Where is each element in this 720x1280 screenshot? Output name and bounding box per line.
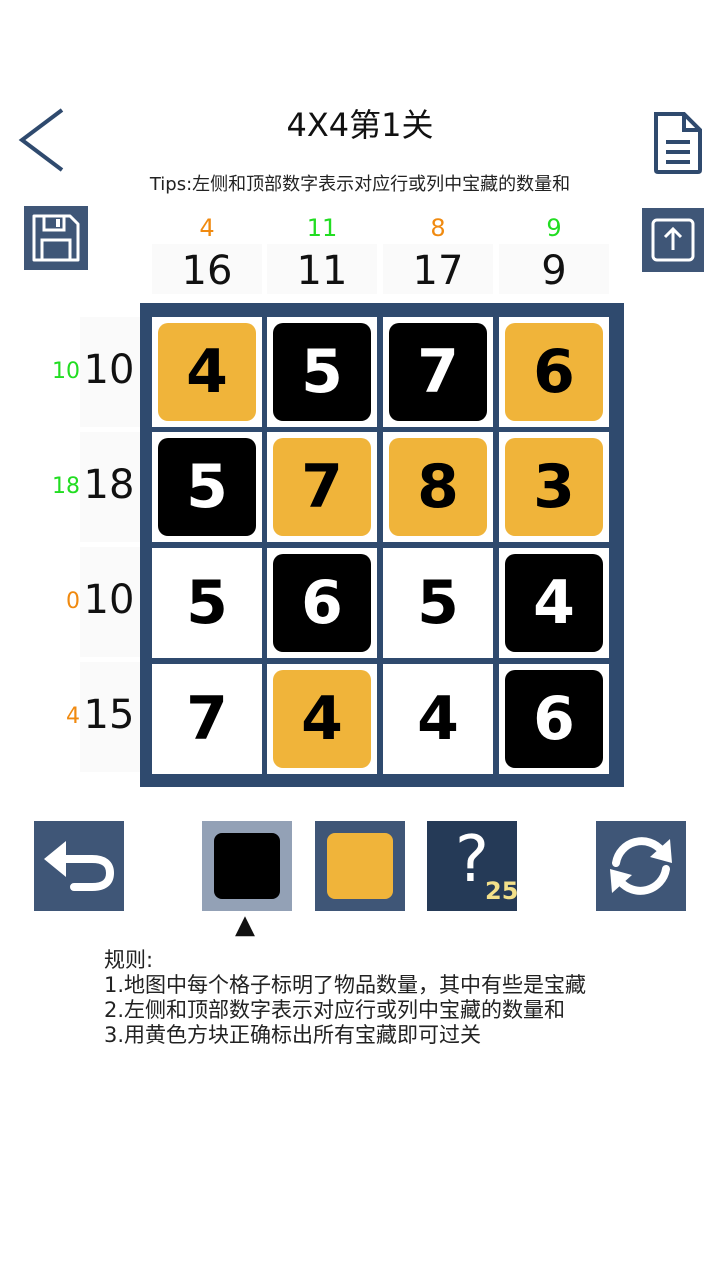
- black-swatch: [214, 833, 280, 899]
- cell-number: 8: [417, 452, 459, 522]
- grid-cell[interactable]: 5: [152, 548, 262, 658]
- grid-cell[interactable]: 4: [383, 664, 493, 774]
- save-icon: [32, 214, 80, 262]
- grid-cell[interactable]: 7: [383, 317, 493, 427]
- row-target-sum: 10: [83, 347, 135, 393]
- grid-cell[interactable]: 7: [267, 432, 377, 542]
- cell-number: 3: [533, 452, 575, 522]
- undo-button[interactable]: [34, 821, 124, 911]
- share-button[interactable]: [642, 208, 704, 272]
- rules-section: 规则: 1.地图中每个格子标明了物品数量，其中有些是宝藏 2.左侧和顶部数字表示…: [104, 948, 704, 1048]
- rules-heading: 规则:: [104, 948, 154, 972]
- rule-line: 2.左侧和顶部数字表示对应行或列中宝藏的数量和: [104, 998, 566, 1022]
- column-current-sum: 11: [306, 214, 338, 242]
- cell-number: 4: [417, 684, 459, 754]
- grid-cell[interactable]: 7: [152, 664, 262, 774]
- grid-cell[interactable]: 6: [267, 548, 377, 658]
- column-current-sum: 8: [430, 214, 446, 242]
- hint-count: 25: [485, 877, 519, 905]
- cell-number: 5: [417, 568, 459, 638]
- column-current-sum: 9: [546, 214, 562, 242]
- hint-button[interactable]: ? 25: [427, 821, 519, 911]
- cell-number: 4: [186, 337, 228, 407]
- grid-cell[interactable]: 6: [499, 664, 609, 774]
- undo-icon: [44, 841, 115, 891]
- cell-number: 4: [301, 684, 343, 754]
- cell-number: 5: [301, 337, 343, 407]
- row-current-sum: 18: [52, 474, 80, 499]
- tips-text: Tips:左侧和顶部数字表示对应行或列中宝藏的数量和: [149, 174, 571, 195]
- column-current-sum: 4: [199, 214, 215, 242]
- row-target-sum: 10: [83, 577, 135, 623]
- cell-number: 6: [533, 684, 575, 754]
- grid-cell[interactable]: 3: [499, 432, 609, 542]
- cell-number: 7: [301, 452, 343, 522]
- grid-cell[interactable]: 5: [267, 317, 377, 427]
- grid-cell[interactable]: 8: [383, 432, 493, 542]
- grid-cell[interactable]: 5: [383, 548, 493, 658]
- restart-button[interactable]: [596, 821, 686, 911]
- document-button[interactable]: [650, 110, 706, 176]
- row-target-sum: 15: [83, 692, 135, 738]
- rule-line: 3.用黄色方块正确标出所有宝藏即可过关: [104, 1023, 482, 1047]
- save-button[interactable]: [24, 206, 88, 270]
- black-mark-tool[interactable]: [202, 821, 292, 911]
- grid-cell[interactable]: 4: [267, 664, 377, 774]
- rule-line: 1.地图中每个格子标明了物品数量，其中有些是宝藏: [104, 973, 587, 997]
- yellow-swatch: [327, 833, 393, 899]
- cell-number: 7: [417, 337, 459, 407]
- column-target-sum: 17: [412, 248, 464, 294]
- page-title: 4X4第1关: [286, 106, 434, 144]
- column-target-sum: 9: [541, 248, 567, 294]
- row-current-sum: 4: [66, 704, 80, 729]
- puzzle-board: 4 5 7 6 5 7 8 3 5 6 5 4 7 4 4 6: [140, 303, 624, 787]
- column-target-sum: 16: [181, 248, 233, 294]
- grid-cell[interactable]: 6: [499, 317, 609, 427]
- row-current-sum: 10: [52, 359, 80, 384]
- column-target-sum: 11: [296, 248, 348, 294]
- cell-number: 7: [186, 684, 228, 754]
- row-current-sum: 0: [66, 589, 80, 614]
- grid-cell[interactable]: 4: [499, 548, 609, 658]
- cell-number: 5: [186, 568, 228, 638]
- share-upload-icon: [651, 218, 695, 262]
- grid-cell[interactable]: 4: [152, 317, 262, 427]
- cell-number: 6: [301, 568, 343, 638]
- yellow-mark-tool[interactable]: [315, 821, 405, 911]
- document-icon: [654, 112, 702, 174]
- grid-cell[interactable]: 5: [152, 432, 262, 542]
- cell-number: 4: [533, 568, 575, 638]
- row-target-sum: 18: [83, 462, 135, 508]
- selected-tool-pointer: ▲: [235, 910, 255, 940]
- refresh-icon: [610, 837, 672, 895]
- cell-number: 6: [533, 337, 575, 407]
- cell-number: 5: [186, 452, 228, 522]
